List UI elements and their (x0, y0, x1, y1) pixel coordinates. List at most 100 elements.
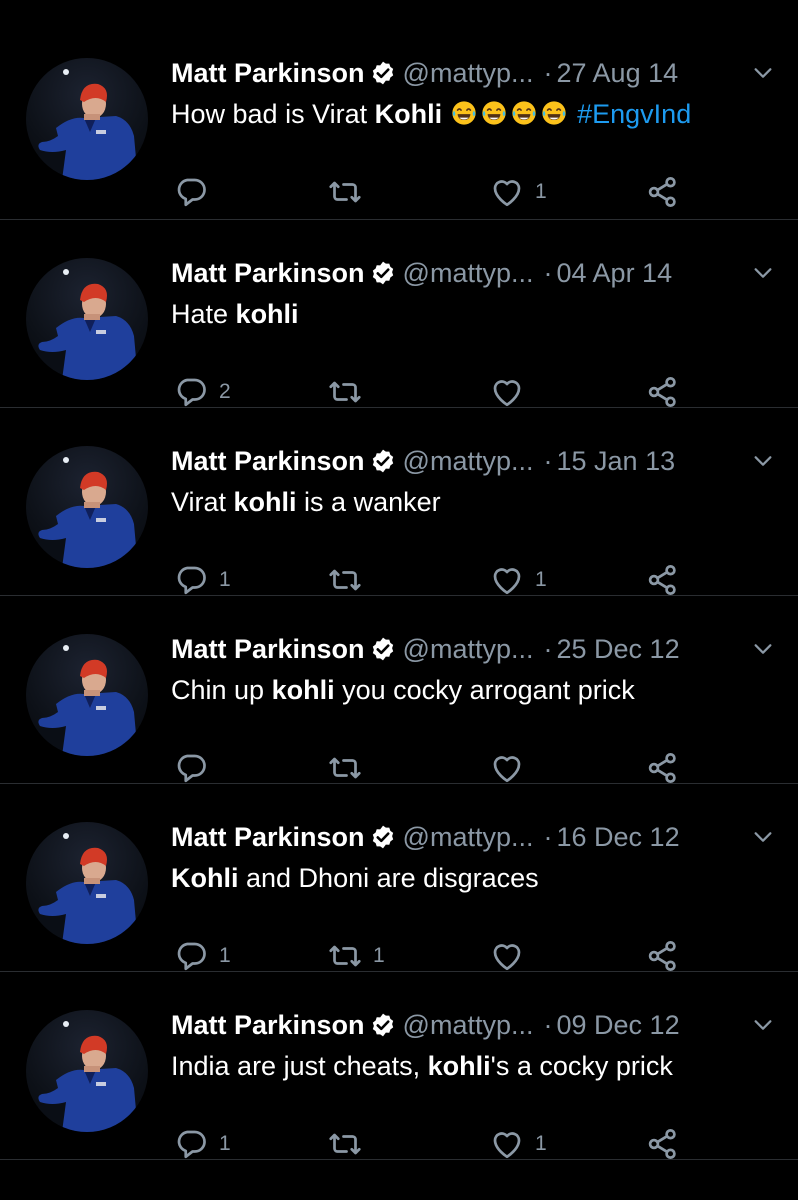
tweet[interactable]: Matt Parkinson @mattyp... · 27 Aug 14 Ho… (0, 0, 798, 220)
author-handle[interactable]: @mattyp... (403, 632, 534, 666)
author-name[interactable]: Matt Parkinson (171, 256, 365, 290)
heart-icon (493, 568, 521, 595)
reply-icon (177, 754, 206, 783)
tweet-date[interactable]: 09 Dec 12 (557, 1008, 680, 1042)
chevron-down-icon[interactable] (752, 638, 774, 660)
avatar-image (31, 645, 148, 756)
avatar[interactable] (26, 58, 148, 180)
tweet-text: Kohli and Dhoni are disgraces (171, 860, 774, 896)
reply-button[interactable] (173, 750, 219, 786)
reply-count: 1 (219, 944, 231, 967)
retweet-icon (329, 945, 361, 967)
tweet-date[interactable]: 04 Apr 14 (557, 256, 673, 290)
reply-icon (177, 378, 206, 407)
share-icon (648, 753, 676, 783)
avatar-image (31, 833, 148, 944)
tweet-content: Matt Parkinson @mattyp... · 16 Dec 12 Ko… (171, 820, 774, 971)
tweet[interactable]: Matt Parkinson @mattyp... · 15 Jan 13 Vi… (0, 408, 798, 596)
tweet-date[interactable]: 15 Jan 13 (557, 444, 676, 478)
retweet-button[interactable] (327, 174, 373, 210)
like-count: 1 (535, 180, 547, 203)
tweet-header: Matt Parkinson @mattyp... · 09 Dec 12 (171, 1008, 774, 1042)
author-name[interactable]: Matt Parkinson (171, 632, 365, 666)
retweet-button[interactable]: 1 (327, 938, 385, 974)
tweet-timeline: Matt Parkinson @mattyp... · 27 Aug 14 Ho… (0, 0, 798, 1160)
reply-button[interactable]: 2 (173, 374, 231, 410)
tweet-header: Matt Parkinson @mattyp... · 16 Dec 12 (171, 820, 774, 854)
highlighted-term: kohli (235, 299, 299, 329)
share-button[interactable] (645, 1126, 681, 1162)
tweet-date[interactable]: 25 Dec 12 (557, 632, 680, 666)
tweet[interactable]: Matt Parkinson @mattyp... · 04 Apr 14 Ha… (0, 220, 798, 408)
author-handle[interactable]: @mattyp... (403, 444, 534, 478)
text-segment: How bad is Virat (171, 99, 375, 129)
tweet[interactable]: Matt Parkinson @mattyp... · 09 Dec 12 In… (0, 972, 798, 1160)
chevron-down-icon[interactable] (752, 62, 774, 84)
reply-button[interactable]: 1 (173, 938, 231, 974)
avatar[interactable] (26, 634, 148, 756)
reply-button[interactable]: 1 (173, 1126, 231, 1162)
reply-button[interactable]: 1 (173, 562, 231, 598)
avatar[interactable] (26, 258, 148, 380)
retweet-button[interactable] (327, 374, 373, 410)
share-button[interactable] (645, 374, 681, 410)
share-button[interactable] (645, 938, 681, 974)
share-icon (648, 1129, 676, 1159)
chevron-down-icon[interactable] (752, 450, 774, 472)
hashtag-link[interactable]: #EngvInd (570, 99, 691, 129)
author-handle[interactable]: @mattyp... (403, 820, 534, 854)
chevron-down-icon[interactable] (752, 1014, 774, 1036)
tweet-text: Hate kohli (171, 296, 774, 332)
text-segment (442, 99, 450, 129)
author-name[interactable]: Matt Parkinson (171, 1008, 365, 1042)
verified-badge-icon (372, 449, 393, 473)
tweet-text: India are just cheats, kohli's a cocky p… (171, 1048, 774, 1084)
author-name[interactable]: Matt Parkinson (171, 56, 365, 90)
heart-icon (493, 756, 521, 783)
like-button[interactable]: 1 (489, 174, 547, 210)
highlighted-term: Kohli (171, 863, 239, 893)
separator-dot: · (543, 1010, 553, 1040)
separator-dot: · (543, 822, 553, 852)
avatar[interactable] (26, 1010, 148, 1132)
avatar-image (31, 457, 148, 568)
retweet-button[interactable] (327, 750, 373, 786)
avatar[interactable] (26, 822, 148, 944)
retweet-button[interactable] (327, 1126, 373, 1162)
tweet-date[interactable]: 16 Dec 12 (557, 820, 680, 854)
reply-button[interactable] (173, 174, 219, 210)
text-segment: India are just cheats, (171, 1051, 428, 1081)
author-handle[interactable]: @mattyp... (403, 1008, 534, 1042)
share-button[interactable] (645, 174, 681, 210)
like-button[interactable]: 1 (489, 562, 547, 598)
chevron-down-icon[interactable] (752, 262, 774, 284)
tweet[interactable]: Matt Parkinson @mattyp... · 16 Dec 12 Ko… (0, 784, 798, 972)
share-button[interactable] (645, 562, 681, 598)
highlighted-term: kohli (271, 675, 335, 705)
author-name[interactable]: Matt Parkinson (171, 444, 365, 478)
like-button[interactable] (489, 750, 535, 786)
tweet[interactable]: Matt Parkinson @mattyp... · 25 Dec 12 Ch… (0, 596, 798, 784)
face-with-tears-of-joy-icon (481, 101, 506, 125)
retweet-button[interactable] (327, 562, 373, 598)
like-button[interactable] (489, 938, 535, 974)
emoji-group (450, 99, 570, 129)
chevron-down-icon[interactable] (752, 826, 774, 848)
tweet-date[interactable]: 27 Aug 14 (557, 56, 679, 90)
face-with-tears-of-joy-icon (541, 101, 566, 125)
highlighted-term: kohli (427, 1051, 491, 1081)
verified-badge-icon (372, 825, 393, 849)
author-name[interactable]: Matt Parkinson (171, 820, 365, 854)
text-segment: Hate (171, 299, 236, 329)
like-button[interactable] (489, 374, 535, 410)
share-button[interactable] (645, 750, 681, 786)
tweet-text: Chin up kohli you cocky arrogant prick (171, 672, 774, 708)
avatar-image (31, 269, 148, 380)
avatar[interactable] (26, 446, 148, 568)
text-segment: you cocky arrogant prick (334, 675, 635, 705)
author-handle[interactable]: @mattyp... (403, 56, 534, 90)
like-button[interactable]: 1 (489, 1126, 547, 1162)
author-handle[interactable]: @mattyp... (403, 256, 534, 290)
reply-count: 1 (219, 568, 231, 591)
reply-icon (177, 1130, 206, 1159)
